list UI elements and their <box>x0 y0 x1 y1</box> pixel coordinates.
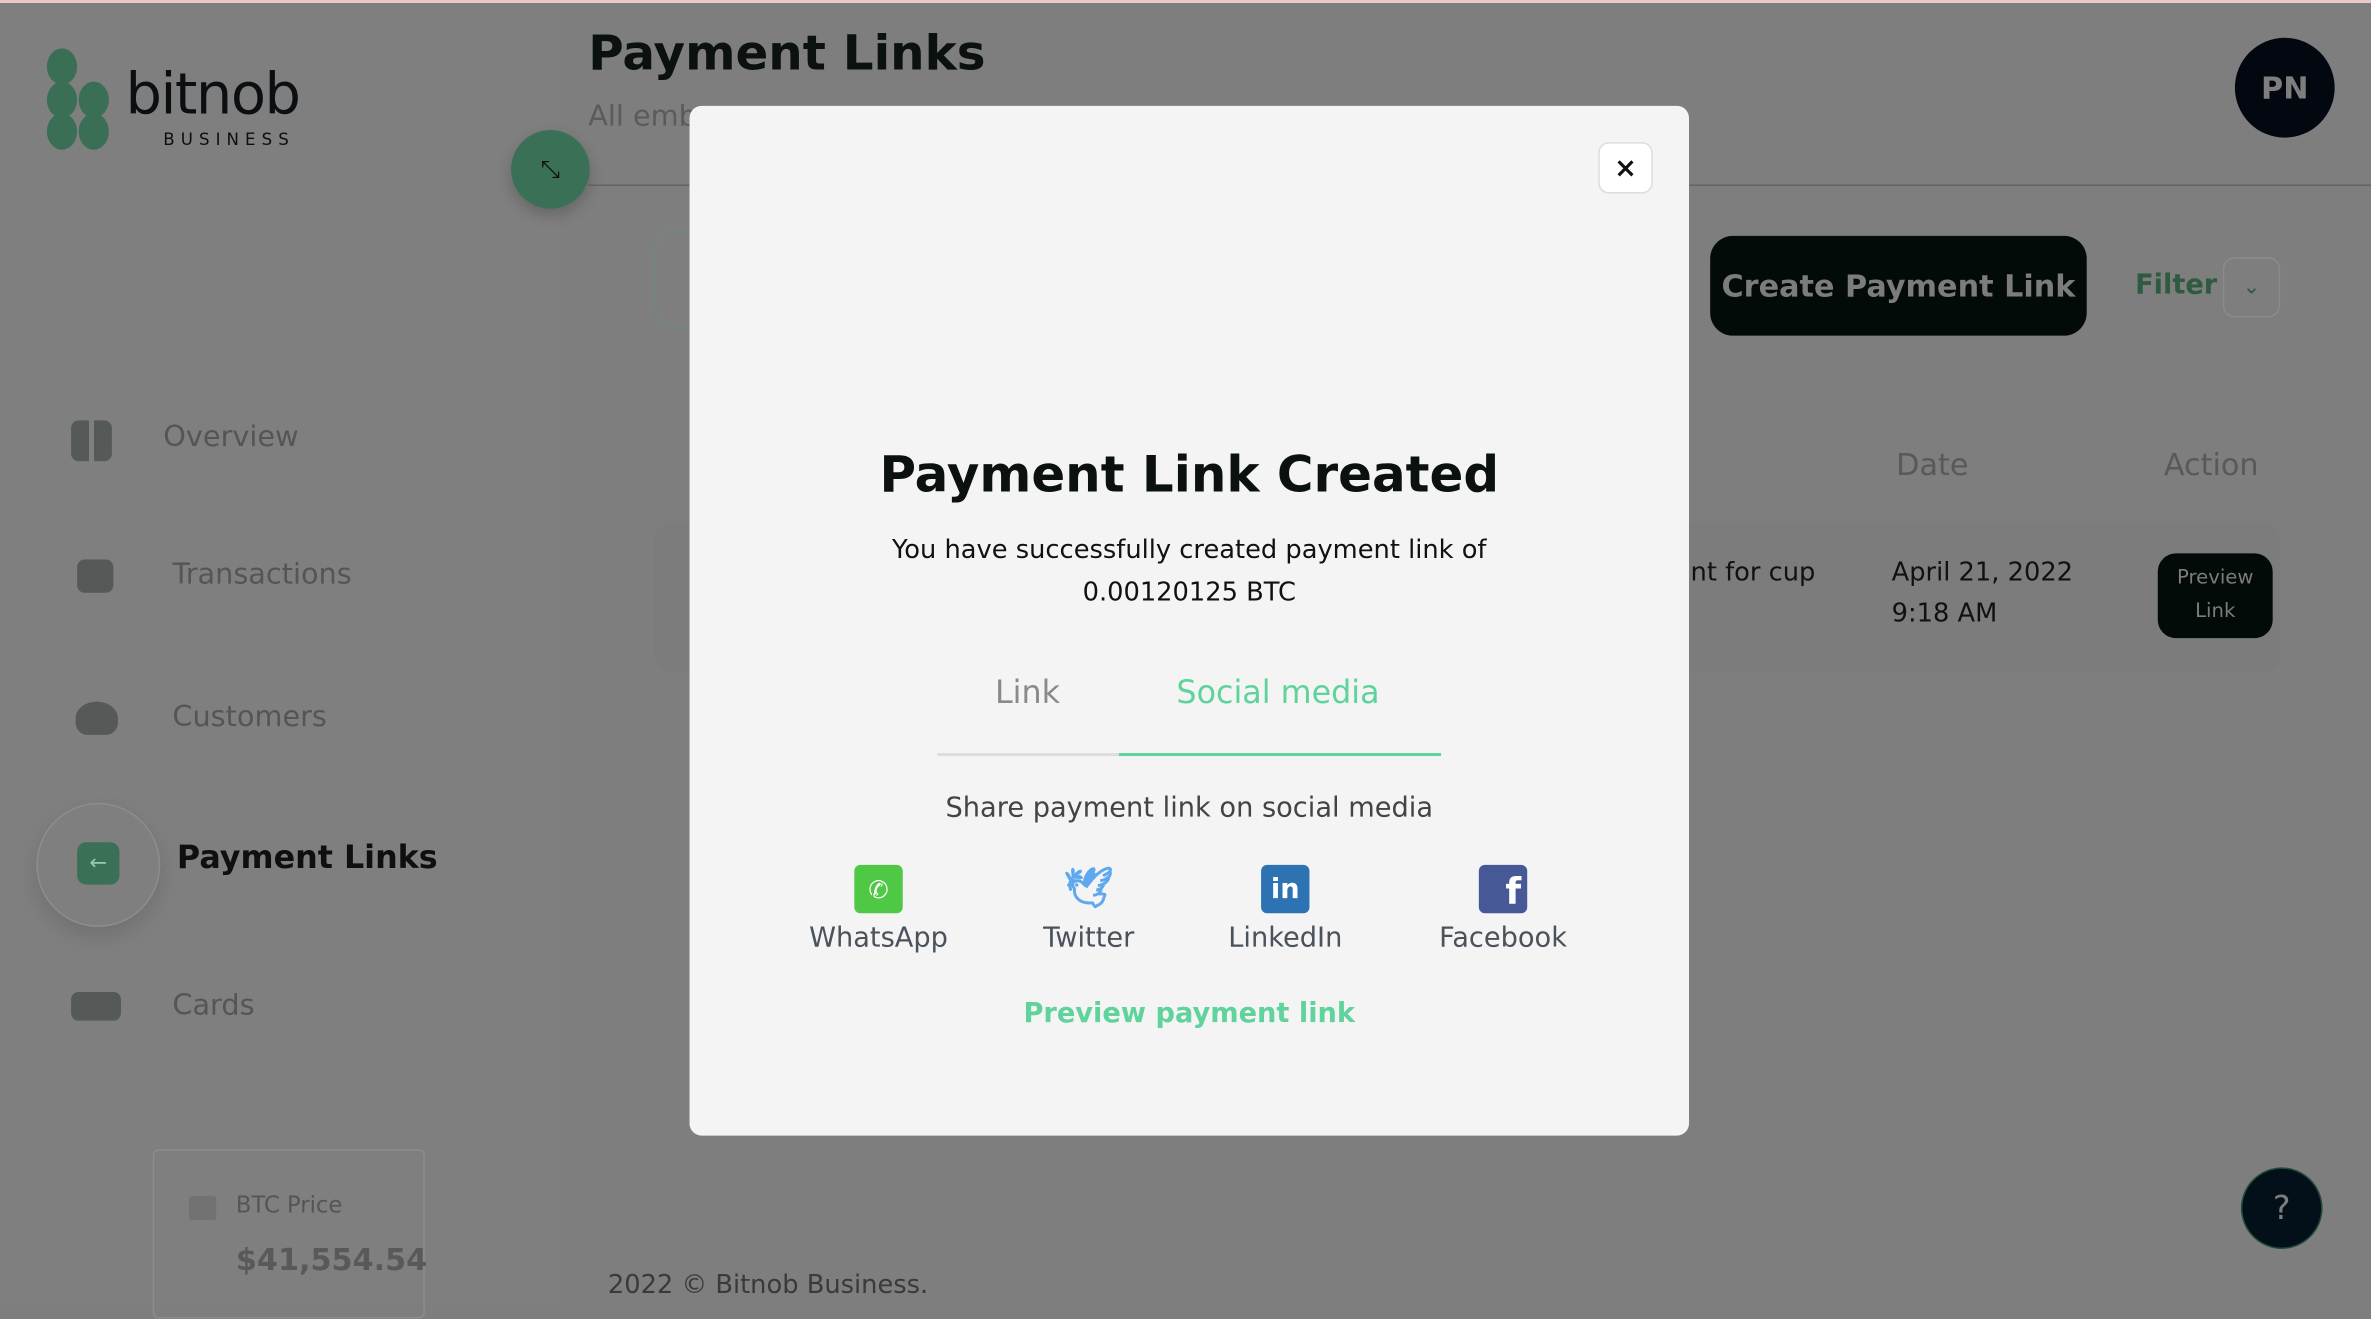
btc-price-value: $41,554.54 <box>235 1241 428 1278</box>
row-time: 9:18 AM <box>1891 598 1998 630</box>
sidebar-item-label: Customers <box>172 700 327 734</box>
chevron-down-icon: ⌄ <box>2242 275 2261 300</box>
help-button[interactable]: ? <box>2240 1167 2323 1249</box>
facebook-icon: f <box>1478 864 1528 914</box>
filter-label[interactable]: Filter <box>2135 269 2217 301</box>
chart-icon <box>77 559 114 593</box>
whatsapp-icon: ✆ <box>854 864 903 914</box>
sidebar-item-label: Transactions <box>172 557 352 592</box>
share-facebook[interactable]: f Facebook <box>1412 864 1593 955</box>
modal-title: Payment Link Created <box>879 444 1500 504</box>
twitter-icon: 🕊 <box>1063 866 1114 912</box>
column-header-action: Action <box>2163 446 2259 483</box>
page-subtitle: All emb <box>588 99 697 134</box>
sidebar: bitnob BUSINESS Overview Transactions Cu… <box>0 3 560 1319</box>
filter-dropdown-button[interactable]: ⌄ <box>2222 257 2281 318</box>
share-label: Twitter <box>1043 922 1135 955</box>
page-title: Payment Links <box>588 24 986 82</box>
row-date: April 21, 2022 <box>1891 557 2074 589</box>
share-linkedin[interactable]: in LinkedIn <box>1195 864 1376 955</box>
active-tab-underline <box>1118 753 1442 757</box>
logo-text: bitnob <box>125 60 301 128</box>
close-icon: × <box>1614 151 1637 184</box>
linkedin-icon: in <box>1261 864 1310 914</box>
tab-link[interactable]: Link <box>995 674 1060 710</box>
share-label: LinkedIn <box>1228 922 1343 955</box>
sidebar-item-label: Payment Links <box>176 839 438 876</box>
preview-payment-link[interactable]: Preview payment link <box>690 998 1689 1030</box>
payment-link-created-modal: × Payment Link Created You have successf… <box>689 105 1690 1136</box>
logo-subtext: BUSINESS <box>163 130 295 150</box>
column-header-date: Date <box>1896 446 1969 483</box>
btc-price-card: BTC Price $41,554.54 <box>152 1149 428 1319</box>
close-button[interactable]: × <box>1598 142 1653 194</box>
share-text: Share payment link on social media <box>945 792 1433 825</box>
card-icon <box>71 991 121 1021</box>
share-label: Facebook <box>1439 922 1567 955</box>
tab-social-media[interactable]: Social media <box>1176 674 1379 710</box>
sidebar-item-label: Overview <box>163 420 299 454</box>
collapse-icon: ⤡ <box>540 154 561 183</box>
share-label: WhatsApp <box>809 922 948 955</box>
share-whatsapp[interactable]: ✆ WhatsApp <box>788 864 969 955</box>
arrow-left-icon: ← <box>77 842 120 885</box>
preview-link-button[interactable]: Preview Link <box>2157 553 2273 639</box>
collapse-sidebar-button[interactable]: ⤡ <box>511 130 590 209</box>
sidebar-item-label: Cards <box>172 988 255 1023</box>
bar-chart-icon <box>189 1196 217 1221</box>
footer-text: 2022 © Bitnob Business. <box>607 1270 929 1301</box>
btc-price-label: BTC Price <box>235 1191 343 1219</box>
avatar[interactable]: PN <box>2234 37 2335 138</box>
create-payment-link-button[interactable]: Create Payment Link <box>1710 235 2087 336</box>
grid-icon <box>71 420 112 462</box>
share-twitter[interactable]: 🕊 Twitter <box>998 865 1179 954</box>
users-icon <box>75 701 118 735</box>
modal-description: You have successfully created payment li… <box>892 535 1487 608</box>
row-description: nt for cup <box>1690 557 1816 589</box>
modal-tabs: Link Social media <box>937 668 1442 757</box>
